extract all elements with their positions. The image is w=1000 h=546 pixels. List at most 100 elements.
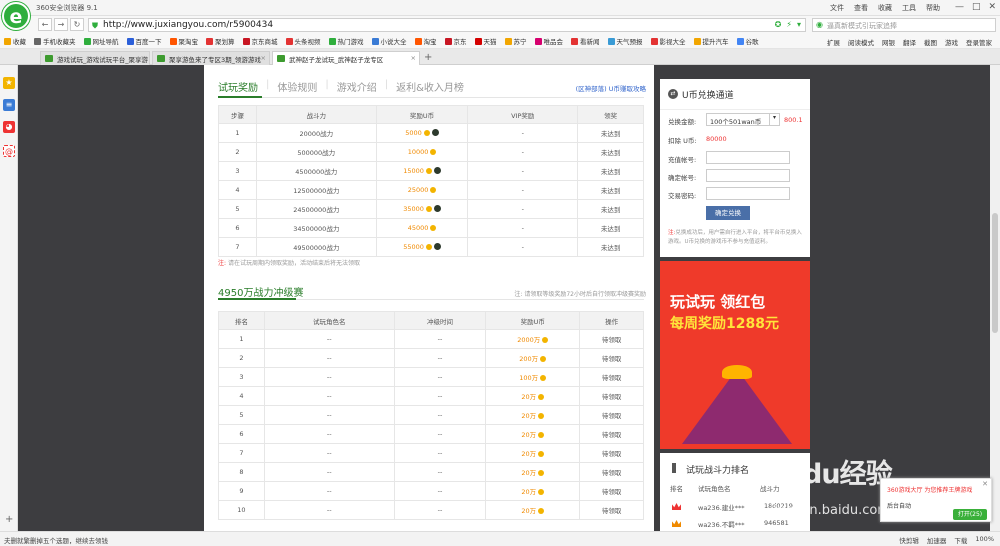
- maximize-button[interactable]: □: [972, 2, 981, 12]
- address-url[interactable]: http://www.juxiangyou.com/r5900434: [103, 20, 273, 30]
- op-cell[interactable]: 待领取: [579, 424, 644, 444]
- bookmark-10[interactable]: 淘宝: [411, 36, 441, 46]
- bookmark-12[interactable]: 天猫: [471, 36, 501, 46]
- menu-help[interactable]: 帮助: [926, 3, 940, 13]
- status-quick-edit[interactable]: 快剪辑: [899, 535, 919, 545]
- bookmark-4[interactable]: 聚淘宝: [166, 36, 203, 46]
- claim-status[interactable]: 未达到: [577, 161, 644, 181]
- password-input[interactable]: [706, 187, 790, 200]
- bookmark-label: 手机收藏夹: [43, 38, 76, 46]
- status-zoom[interactable]: 100%: [975, 535, 994, 545]
- op-cell[interactable]: 待领取: [579, 405, 644, 425]
- claim-status[interactable]: 未达到: [577, 218, 644, 238]
- speed-mode-icon[interactable]: ⚡: [786, 20, 792, 29]
- tab-2[interactable]: 聚享游鱼来了专区3期_领游游戏 ×: [152, 51, 270, 65]
- bookmark-17[interactable]: 影视大全: [647, 36, 690, 46]
- toolbar-4[interactable]: 截图: [920, 37, 941, 47]
- toolbar-2[interactable]: 网银: [878, 37, 899, 47]
- op-cell[interactable]: 待领取: [579, 462, 644, 482]
- compat-mode-icon[interactable]: ✪: [775, 20, 782, 29]
- address-bar[interactable]: ⛊ http://www.juxiangyou.com/r5900434 ✪ ⚡…: [88, 18, 806, 32]
- scrollbar-thumb[interactable]: [992, 213, 998, 333]
- bookmark-19[interactable]: 谷歌: [733, 36, 763, 46]
- op-cell[interactable]: 待领取: [579, 348, 644, 368]
- menu-file[interactable]: 文件: [830, 3, 844, 13]
- toolbar-1[interactable]: 阅读模式: [844, 37, 878, 47]
- claim-status[interactable]: 未达到: [577, 123, 644, 143]
- tab-close-icon[interactable]: ×: [141, 54, 146, 62]
- op-cell[interactable]: 待领取: [579, 386, 644, 406]
- op-cell[interactable]: 待领取: [579, 367, 644, 387]
- ucoin-guide-link[interactable]: (区神部落) U币赚取攻略: [576, 83, 646, 93]
- op-cell[interactable]: 待领取: [579, 329, 644, 349]
- coin-icon: [425, 168, 432, 174]
- bookmark-6[interactable]: 京东商城: [239, 36, 282, 46]
- menu-tools[interactable]: 工具: [902, 3, 916, 13]
- amount-select[interactable]: 100个501wan币 ▾: [706, 113, 780, 126]
- search-box[interactable]: ◉ 逼真新模式引玩家追捧: [812, 18, 996, 32]
- bookmark-14[interactable]: 唯品会: [531, 36, 568, 46]
- popup-line1: 360游戏大厅 为您推荐王牌游戏: [887, 487, 973, 494]
- bookmark-8[interactable]: 热门游戏: [325, 36, 368, 46]
- favorites-star-icon[interactable]: ★: [3, 77, 15, 89]
- email-icon[interactable]: @: [3, 145, 15, 157]
- tab-game-intro[interactable]: 游戏介绍: [329, 79, 385, 94]
- op-cell[interactable]: 待领取: [579, 500, 644, 520]
- step-cell: 1: [218, 123, 257, 143]
- bookmark-5[interactable]: 聚划算: [202, 36, 239, 46]
- tab-rebate-ranking[interactable]: 返利&收入月榜: [388, 79, 472, 94]
- bookmark-9[interactable]: 小说大全: [368, 36, 411, 46]
- refresh-button[interactable]: ↻: [70, 18, 84, 31]
- browser-logo-icon[interactable]: e: [2, 2, 30, 30]
- tab-trial-rewards[interactable]: 试玩奖励: [218, 79, 266, 94]
- bookmark-16[interactable]: 天气预报: [604, 36, 647, 46]
- notes-icon[interactable]: ≡: [3, 99, 15, 111]
- toolbar-0[interactable]: 扩展: [823, 37, 844, 47]
- bookmark-13[interactable]: 苏宁: [501, 36, 531, 46]
- op-cell[interactable]: 待领取: [579, 443, 644, 463]
- account-input[interactable]: [706, 151, 790, 164]
- toolbar-5[interactable]: 游戏: [941, 37, 962, 47]
- tab-1[interactable]: 游戏试玩_游戏试玩平台_聚享游 ×: [40, 51, 150, 65]
- forward-button[interactable]: →: [54, 18, 68, 31]
- add-sidebar-icon[interactable]: +: [5, 514, 13, 525]
- op-cell[interactable]: 待领取: [579, 481, 644, 501]
- confirm-exchange-button[interactable]: 确定兑换: [706, 206, 750, 220]
- claim-status[interactable]: 未达到: [577, 180, 644, 200]
- back-button[interactable]: ←: [38, 18, 52, 31]
- new-tab-button[interactable]: +: [424, 52, 432, 63]
- status-accelerator[interactable]: 加速器: [927, 535, 947, 545]
- tab-close-icon[interactable]: ×: [411, 54, 416, 62]
- toolbar-6[interactable]: 登录管家: [962, 37, 996, 47]
- status-download[interactable]: 下载: [954, 535, 967, 545]
- weibo-icon[interactable]: ◕: [3, 121, 15, 133]
- minimize-button[interactable]: —: [955, 2, 964, 12]
- tab-3-active[interactable]: 武神赵子龙试玩_武神赵子龙专区 ×: [272, 51, 420, 65]
- bookmark-label: 影视大全: [659, 38, 686, 46]
- claim-status[interactable]: 未达到: [577, 199, 644, 219]
- claim-status[interactable]: 未达到: [577, 142, 644, 162]
- promo-banner[interactable]: 玩试玩 领红包 每周奖励1288元: [660, 261, 810, 449]
- menu-favorites[interactable]: 收藏: [878, 3, 892, 13]
- bookmark-15[interactable]: 看新闻: [567, 36, 604, 46]
- bookmark-1[interactable]: 手机收藏夹: [30, 36, 80, 46]
- toolbar-3[interactable]: 翻译: [899, 37, 920, 47]
- menu-view[interactable]: 查看: [854, 3, 868, 13]
- claim-status[interactable]: 未达到: [577, 237, 644, 257]
- popup-close-icon[interactable]: ✕: [982, 480, 988, 488]
- bookmark-3[interactable]: 百度一下: [123, 36, 166, 46]
- bookmark-18[interactable]: 提升汽车: [690, 36, 733, 46]
- tab-rules[interactable]: 体验规则: [269, 79, 325, 94]
- bookmark-7[interactable]: 头条视频: [282, 36, 325, 46]
- confirm-account-input[interactable]: [706, 169, 790, 182]
- reward-value: 5000: [405, 129, 422, 137]
- dropdown-icon[interactable]: ▾: [797, 20, 801, 29]
- tab-close-icon[interactable]: ×: [261, 54, 266, 62]
- bookmark-0[interactable]: 收藏: [0, 36, 30, 46]
- close-button[interactable]: ✕: [988, 2, 996, 12]
- bookmark-11[interactable]: 京东: [441, 36, 471, 46]
- popup-open-button[interactable]: 打开(25): [953, 509, 987, 520]
- page-scrollbar[interactable]: [990, 65, 1000, 531]
- bookmark-2[interactable]: 网址导航: [80, 36, 123, 46]
- col-reward: 奖励U币: [485, 311, 581, 330]
